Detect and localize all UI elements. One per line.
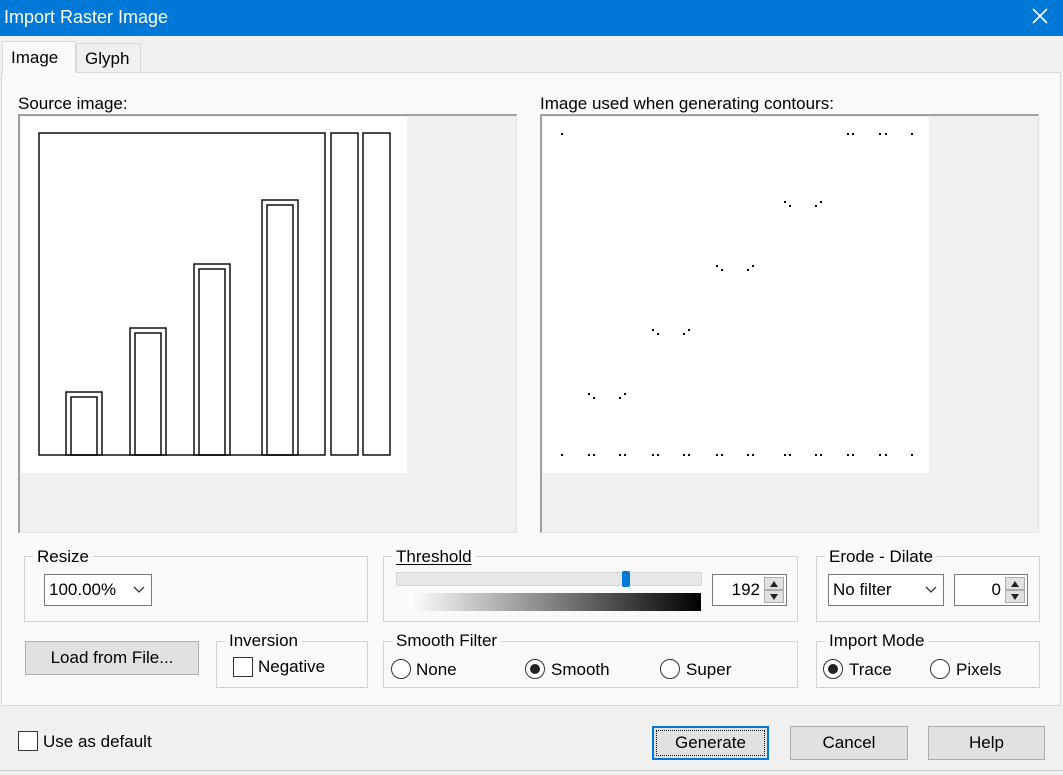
threshold-slider-thumb[interactable] xyxy=(621,571,630,587)
generate-button[interactable]: Generate xyxy=(652,726,769,760)
smooth-none-label: None xyxy=(416,660,457,679)
negative-label: Negative xyxy=(258,657,326,676)
erode-down-button[interactable] xyxy=(1005,590,1025,603)
threshold-value: 192 xyxy=(731,580,760,599)
cancel-label: Cancel xyxy=(822,733,876,752)
focus-ring xyxy=(656,730,765,756)
window-title: Import Raster Image xyxy=(4,7,169,27)
erode-amount-value: 0 xyxy=(991,580,1001,599)
source-image xyxy=(21,117,407,473)
chevron-up-icon xyxy=(770,580,778,587)
bottom-separator xyxy=(0,770,1063,771)
chevron-down-icon xyxy=(133,586,145,593)
smooth-smooth-label: Smooth xyxy=(551,660,610,679)
use-as-default-label: Use as default xyxy=(43,732,152,751)
contours-image-label: Image used when generating contours: xyxy=(540,94,834,113)
radio-selected-dot xyxy=(530,664,540,674)
erode-amount-input[interactable]: 0 xyxy=(954,574,1028,606)
import-trace-label: Trace xyxy=(849,660,892,679)
erode-filter-value: No filter xyxy=(833,580,892,599)
help-label: Help xyxy=(969,733,1004,752)
inversion-legend: Inversion xyxy=(225,632,302,650)
chevron-down-icon xyxy=(770,593,778,600)
import-mode-legend: Import Mode xyxy=(825,632,929,650)
threshold-up-button[interactable] xyxy=(764,577,784,590)
chevron-down-icon xyxy=(1011,593,1019,600)
erode-up-button[interactable] xyxy=(1005,577,1025,590)
radio-selected-dot xyxy=(828,664,838,674)
threshold-slider-track[interactable] xyxy=(396,572,702,586)
threshold-legend: Threshold xyxy=(392,548,476,566)
threshold-gradient xyxy=(409,593,701,611)
erode-dilate-legend: Erode - Dilate xyxy=(825,548,937,566)
use-as-default-checkbox[interactable] xyxy=(18,731,38,751)
load-from-file-button[interactable]: Load from File... xyxy=(25,641,199,675)
chevron-down-icon xyxy=(925,586,937,593)
import-pixels-label: Pixels xyxy=(956,660,1002,679)
close-button[interactable] xyxy=(1017,0,1063,36)
source-image-view xyxy=(18,114,517,533)
smooth-super-radio[interactable] xyxy=(660,659,680,679)
smooth-smooth-radio[interactable] xyxy=(525,659,545,679)
resize-value: 100.00% xyxy=(49,580,117,599)
resize-legend: Resize xyxy=(33,548,93,566)
source-image-label: Source image: xyxy=(18,94,128,113)
import-pixels-radio[interactable] xyxy=(930,659,950,679)
close-icon xyxy=(1032,8,1048,24)
title-bar: Import Raster Image xyxy=(0,0,1063,36)
threshold-value-input[interactable]: 192 xyxy=(712,574,787,606)
contours-image xyxy=(543,117,929,473)
chevron-up-icon xyxy=(1011,580,1019,587)
resize-select[interactable]: 100.00% xyxy=(44,574,152,606)
tab-image-label: Image xyxy=(11,48,59,67)
smooth-none-radio[interactable] xyxy=(391,659,411,679)
tab-image[interactable]: Image xyxy=(2,41,76,73)
tab-glyph[interactable]: Glyph xyxy=(76,43,141,73)
smooth-super-label: Super xyxy=(686,660,732,679)
erode-filter-select[interactable]: No filter xyxy=(828,574,944,606)
negative-checkbox[interactable] xyxy=(233,657,253,677)
contours-image-view xyxy=(540,114,1039,533)
cancel-button[interactable]: Cancel xyxy=(790,726,908,760)
threshold-down-button[interactable] xyxy=(764,590,784,603)
tab-glyph-label: Glyph xyxy=(85,49,130,68)
smooth-filter-legend: Smooth Filter xyxy=(392,632,502,650)
load-from-file-label: Load from File... xyxy=(50,648,174,667)
import-trace-radio[interactable] xyxy=(823,659,843,679)
help-button[interactable]: Help xyxy=(928,726,1045,760)
